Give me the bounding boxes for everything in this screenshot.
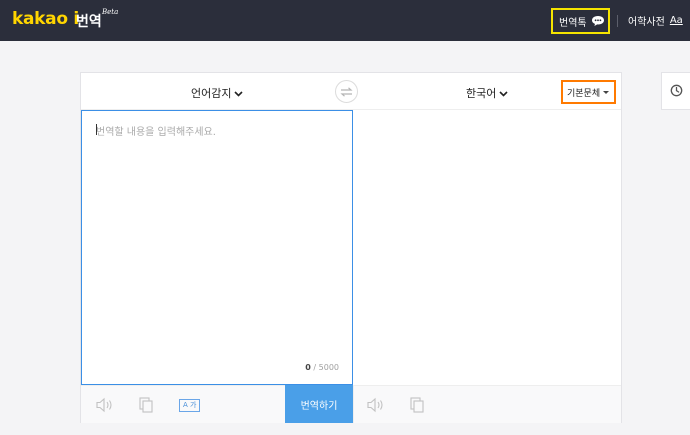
translate-talk-button[interactable]: 번역톡 [551,8,610,34]
source-language-label: 언어감지 [191,87,232,100]
top-navigation-bar: kakao i 번역 Beta 번역톡 어학사전 Aa [0,0,690,41]
target-language-select[interactable]: 한국어 [466,85,508,101]
character-counter: 0 / 5000 [305,363,339,372]
source-language-select[interactable]: 언어감지 [191,85,244,101]
translate-button[interactable]: 번역하기 [285,385,353,423]
swap-languages-button[interactable] [335,80,358,103]
writing-style-select[interactable]: 기본문체 [561,80,616,104]
target-language-label: 한국어 [466,87,497,100]
writing-style-label: 기본문체 [567,88,601,99]
translator-panel: 언어감지 한국어 기본문체 0 / 5000 [80,72,622,423]
translation-result-area [353,110,621,385]
font-size-toggle-icon[interactable]: A 가 [179,399,201,412]
caret-down-icon [603,90,610,94]
history-button[interactable] [661,72,690,110]
text-cursor [96,124,97,135]
speaker-icon[interactable] [95,397,115,417]
dictionary-aa-icon: Aa [669,15,683,26]
chat-bubble-icon [591,15,605,27]
source-text-box: 0 / 5000 [81,110,353,385]
swap-arrows-icon [340,82,353,101]
beta-badge: Beta [102,8,119,16]
character-limit: / 5000 [310,363,339,372]
clock-icon [670,82,683,101]
speaker-icon[interactable] [366,397,386,417]
source-toolbar: A 가 [81,385,285,423]
translate-talk-label: 번역톡 [559,17,587,29]
product-name[interactable]: 번역 [76,11,102,31]
header-divider [617,15,618,27]
dictionary-button[interactable]: 어학사전 Aa [628,13,683,28]
kakao-i-logo[interactable]: kakao i [12,9,79,29]
chevron-down-icon [499,87,508,100]
chevron-down-icon [234,87,244,100]
dictionary-label: 어학사전 [628,17,665,28]
source-text-input[interactable] [96,123,336,323]
result-toolbar [353,385,621,423]
language-bar: 언어감지 한국어 기본문체 [81,73,621,110]
copy-icon[interactable] [410,397,424,417]
copy-icon[interactable] [139,397,153,417]
